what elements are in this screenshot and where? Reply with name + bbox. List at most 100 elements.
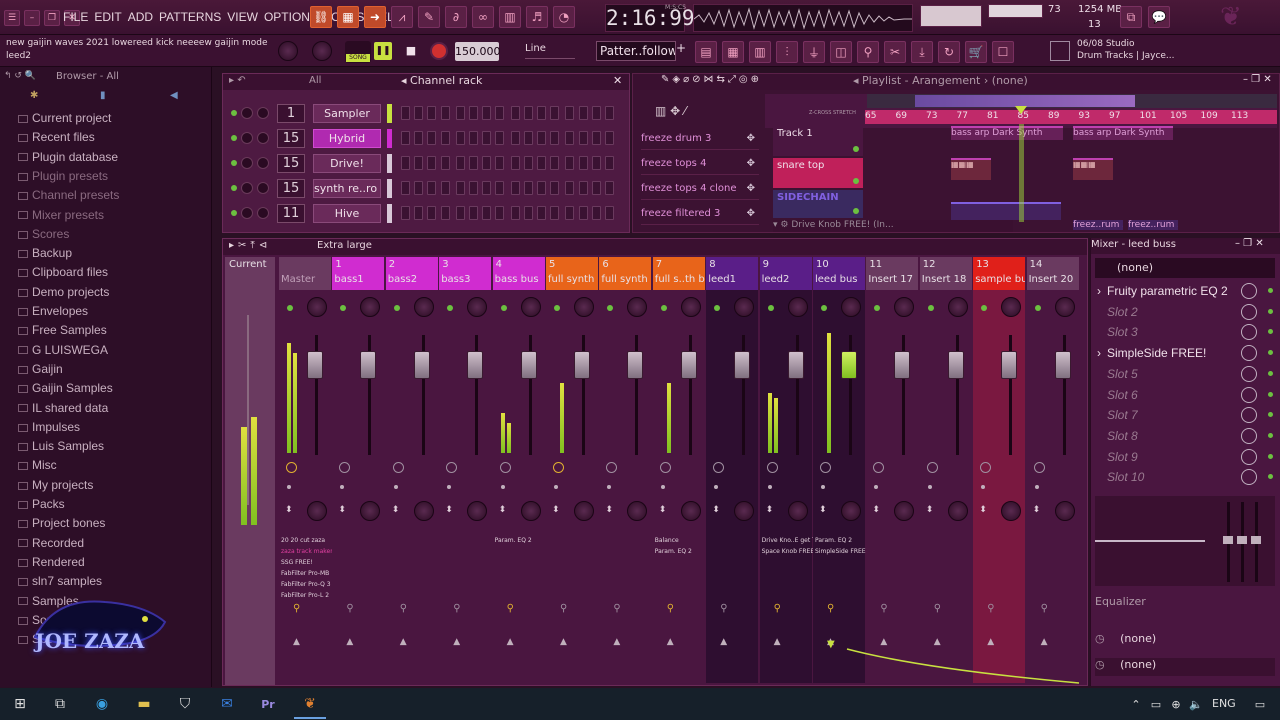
strip-volume-fader[interactable] — [413, 351, 430, 379]
strip-mute-led[interactable] — [821, 305, 827, 311]
news-line2[interactable]: Drum Tracks | Jayce... — [1077, 51, 1175, 61]
strip-volume-fader[interactable] — [841, 351, 857, 379]
step-button[interactable] — [537, 181, 546, 195]
strip-header[interactable]: 10 leed bus — [813, 257, 865, 290]
strip-phase-dot[interactable] — [874, 485, 879, 489]
step-button[interactable] — [455, 131, 465, 145]
channel-select-indicator[interactable] — [387, 129, 392, 148]
rack-arrow-icon[interactable]: ▸ ↶ — [229, 75, 246, 86]
step-button[interactable] — [510, 181, 520, 195]
step-button[interactable] — [469, 206, 478, 220]
stereo-arrows-icon[interactable]: ⬍ — [659, 505, 667, 515]
slot-mix-knob[interactable] — [1241, 386, 1257, 403]
strip-pan-knob[interactable] — [787, 297, 808, 317]
latency-icon[interactable] — [713, 462, 725, 473]
step-button[interactable] — [482, 106, 492, 120]
browser-item[interactable]: G LUISWEGA — [18, 341, 108, 360]
strip-stereo-knob[interactable] — [413, 501, 434, 521]
countdown-icon[interactable]: ◔ — [553, 6, 575, 28]
strip-mute-led[interactable] — [447, 305, 454, 311]
step-button[interactable] — [578, 106, 588, 120]
step-button[interactable] — [469, 181, 478, 195]
route-arrow-icon[interactable]: ▲ — [507, 637, 514, 647]
browser-item[interactable]: Recorded — [18, 534, 84, 553]
step-button[interactable] — [455, 206, 465, 220]
route-arrow-icon[interactable]: ▲ — [400, 637, 407, 647]
step-button[interactable] — [414, 106, 424, 120]
strip-volume-fader[interactable] — [360, 351, 377, 379]
step-button[interactable] — [578, 206, 588, 220]
tray-chevron-icon[interactable]: ⌃ — [1126, 694, 1146, 714]
strip-header[interactable]: 9 leed2 — [759, 257, 812, 290]
eq-fader-3[interactable] — [1251, 536, 1261, 544]
strip-pan-knob[interactable] — [413, 297, 434, 317]
step-button[interactable] — [550, 131, 560, 145]
mixpanel-preset[interactable]: (none) — [1095, 258, 1275, 278]
step-button[interactable] — [469, 156, 478, 170]
pattern-move-icon[interactable]: ✥ — [747, 153, 755, 175]
step-button[interactable] — [565, 156, 575, 170]
latency-icon[interactable] — [499, 462, 511, 473]
master-volume-knob[interactable] — [278, 41, 298, 61]
browser-item[interactable]: Free Samples — [18, 321, 107, 340]
slot-enable-led[interactable] — [1268, 308, 1273, 314]
channel-name-button[interactable]: Drive! — [313, 154, 381, 173]
strip-mute-led[interactable] — [1034, 305, 1041, 311]
eq-fader-2[interactable] — [1237, 536, 1247, 544]
strip-phase-dot[interactable] — [500, 485, 505, 489]
route-arrow-icon[interactable]: ▲ — [667, 637, 674, 647]
strip-phase-dot[interactable] — [927, 485, 932, 489]
strip-phase-dot[interactable] — [340, 485, 345, 489]
strip-pan-knob[interactable] — [574, 297, 594, 317]
browser-item[interactable]: Gaijin Samples — [18, 379, 113, 398]
channel-name-button[interactable]: Hybrid — [313, 129, 381, 148]
slot-expand-icon[interactable]: › — [1097, 346, 1101, 360]
pattern-item[interactable]: freeze tops 4 ✥ — [641, 153, 759, 175]
add-pattern-icon[interactable]: + — [676, 41, 688, 61]
browser-item[interactable]: Rendered — [18, 553, 85, 572]
step-button[interactable] — [605, 181, 614, 195]
step-button[interactable] — [455, 181, 465, 195]
channel-select-indicator[interactable] — [387, 154, 392, 173]
browser-item[interactable]: Plugin database — [18, 148, 118, 167]
step-button[interactable] — [591, 206, 601, 220]
stereo-arrows-icon[interactable]: ⬍ — [1033, 505, 1041, 515]
slot-mix-knob[interactable] — [1241, 448, 1257, 465]
strip-pan-knob[interactable] — [627, 297, 648, 317]
step-button[interactable] — [440, 156, 450, 170]
track-header[interactable]: SIDECHAIN — [773, 190, 863, 218]
latency-icon[interactable] — [606, 462, 618, 473]
send-icon[interactable]: ⚲ — [774, 603, 781, 614]
pattern-selector[interactable]: Patter..follow — [596, 41, 676, 61]
tools-icon[interactable]: ✂ — [884, 41, 906, 63]
channel-volume-knob[interactable] — [241, 182, 253, 194]
browser-star-icon[interactable]: ✱ — [30, 90, 38, 101]
strip-header[interactable]: 13 sample bus — [973, 257, 1026, 290]
send-icon[interactable]: ⚲ — [987, 603, 994, 614]
step-button[interactable] — [605, 206, 614, 220]
step-button[interactable] — [495, 206, 505, 220]
strip-header[interactable]: 11 Insert 17 — [866, 257, 919, 290]
strip-volume-fader[interactable] — [734, 351, 751, 379]
effect-slot[interactable]: Slot 3 — [1097, 323, 1275, 343]
channel-volume-knob[interactable] — [241, 157, 253, 169]
channel-select-indicator[interactable] — [387, 179, 392, 198]
mixer-strip[interactable]: 11 Insert 17 ⬍ ⚲ ▲ — [866, 257, 919, 683]
strip-pan-knob[interactable] — [360, 297, 381, 317]
strip-header[interactable]: 4 bass bus — [492, 257, 545, 290]
step-button[interactable] — [455, 156, 465, 170]
step-button[interactable] — [591, 106, 601, 120]
effect-slot[interactable]: Slot 6 — [1097, 386, 1275, 406]
link-icon[interactable]: ⛓ — [310, 6, 332, 28]
step-button[interactable] — [401, 206, 410, 220]
step-icon[interactable]: ▥ — [499, 6, 521, 28]
effect-slot[interactable]: Slot 8 — [1097, 427, 1275, 447]
step-button[interactable] — [578, 156, 588, 170]
route-arrow-icon[interactable]: ▲ — [774, 637, 781, 647]
slot-enable-led[interactable] — [1268, 350, 1273, 356]
mixer-strip[interactable]: 5 full synth 1 ⬍ ⚲ ▲ — [546, 257, 598, 683]
effect-slot[interactable]: Slot 10 — [1097, 468, 1275, 488]
snap-select[interactable]: Line — [525, 43, 575, 59]
browser-item[interactable]: Mixer presets — [18, 206, 104, 225]
song-mode-toggle[interactable]: SONG — [345, 41, 371, 63]
